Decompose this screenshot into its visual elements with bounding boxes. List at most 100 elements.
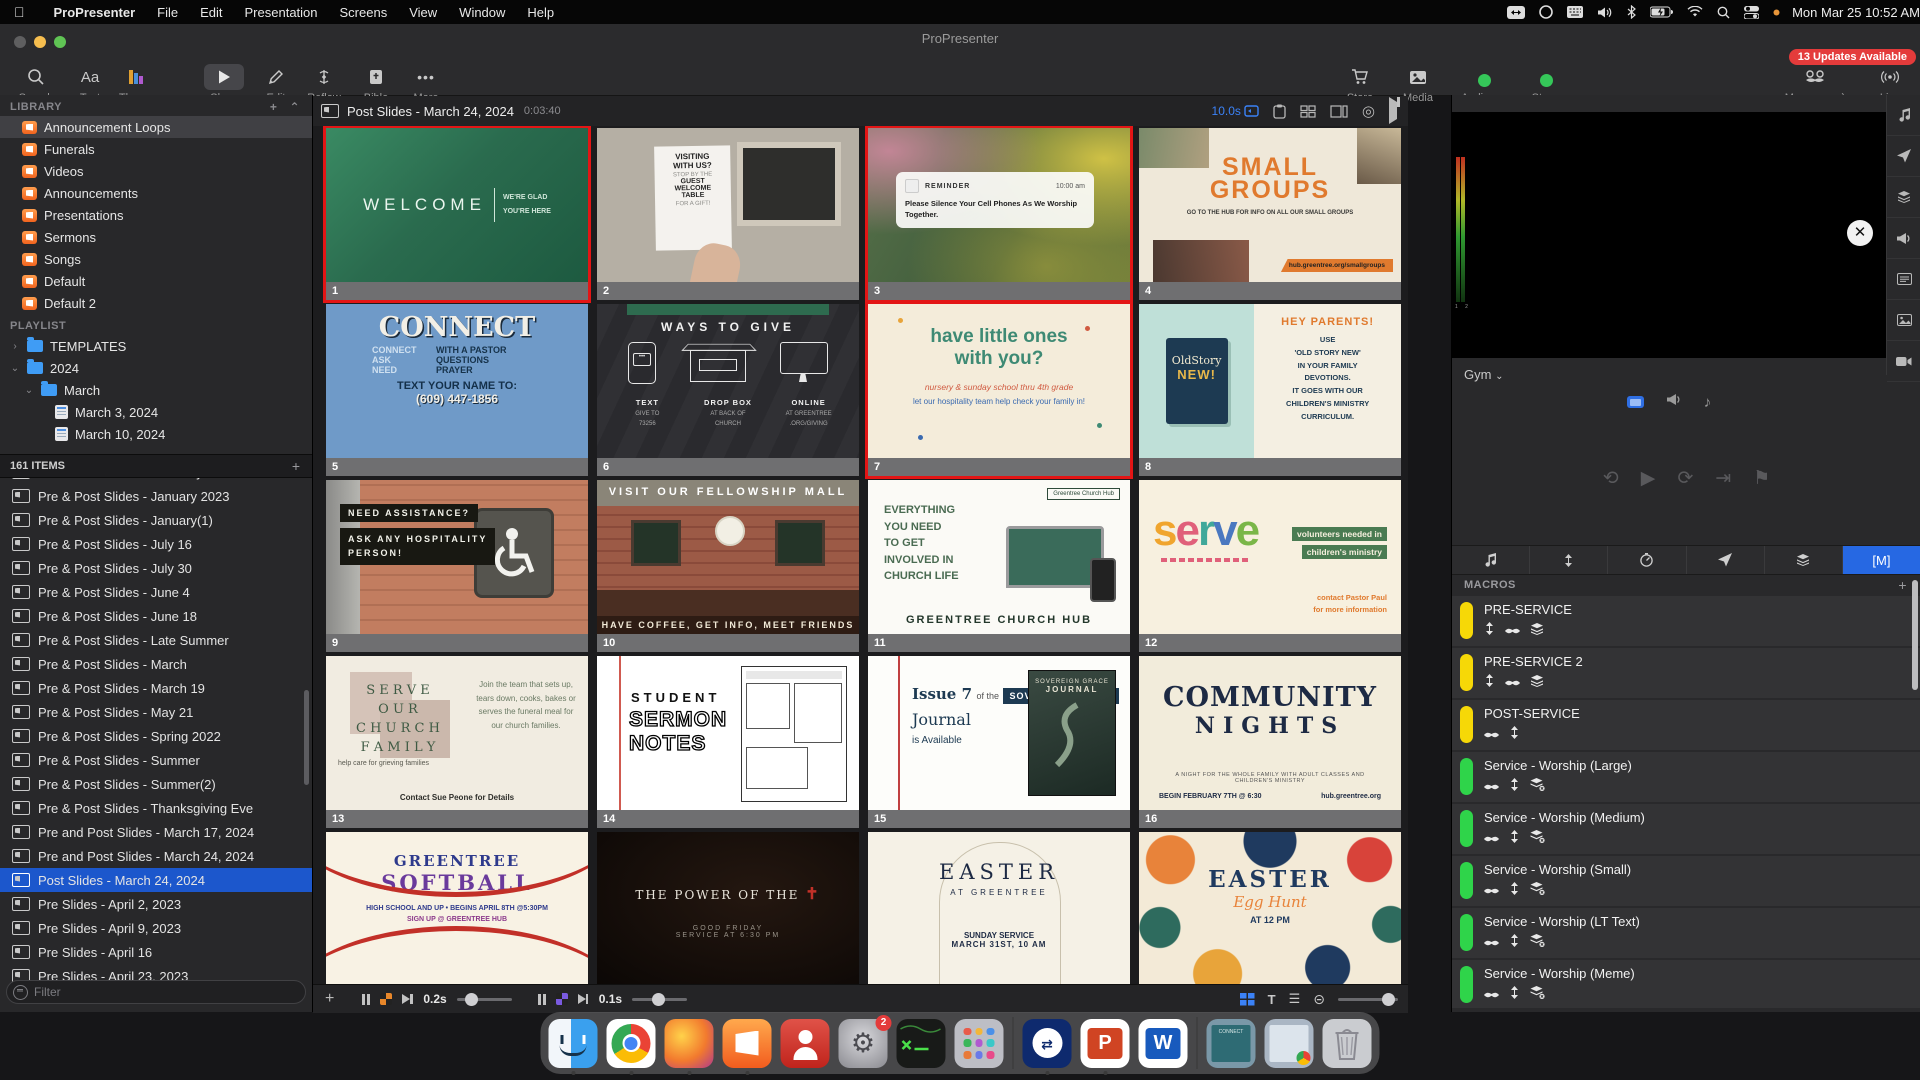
- control-center-icon[interactable]: [1744, 6, 1759, 19]
- playlist-file[interactable]: Pre & Post Slides - May 21: [0, 700, 312, 724]
- add-slide-button[interactable]: +: [325, 990, 334, 1008]
- slide-17[interactable]: GREENTREE SOFTBALL HIGH SCHOOL AND UP • …: [326, 832, 588, 984]
- menu-screens[interactable]: Screens: [340, 5, 388, 20]
- orange-flag-icon[interactable]: [380, 993, 392, 1005]
- megaphone-icon[interactable]: [1887, 218, 1920, 259]
- dock-planning-center[interactable]: [781, 1019, 830, 1068]
- library-item[interactable]: Announcement Loops: [0, 116, 312, 138]
- text-view-icon[interactable]: T: [1268, 992, 1276, 1007]
- timer-slider-1[interactable]: [457, 998, 512, 1001]
- orange-dot[interactable]: [1773, 9, 1780, 16]
- camera-icon[interactable]: [1887, 341, 1920, 382]
- record-icon[interactable]: ◎: [1362, 102, 1375, 120]
- dock-launchpad[interactable]: [955, 1019, 1004, 1068]
- library-item[interactable]: Sermons: [0, 226, 312, 248]
- playlist-file[interactable]: Pre & Post Slides - January(1): [0, 508, 312, 532]
- play-icon[interactable]: ▶: [1641, 467, 1656, 490]
- macro-row[interactable]: POST-SERVICE: [1452, 700, 1920, 752]
- wifi-icon[interactable]: [1687, 6, 1703, 18]
- dock-teamviewer[interactable]: ⇄: [1023, 1019, 1072, 1068]
- slide-4[interactable]: SMALLGROUPS GO TO THE HUB FOR INFO ON AL…: [1139, 128, 1401, 300]
- playlist-file[interactable]: Pre & Post Slides - Spring 2022: [0, 724, 312, 748]
- menubar-clock[interactable]: Mon Mar 25 10:52 AM: [1792, 5, 1920, 20]
- slide-20[interactable]: EASTER Egg Hunt AT 12 PM 20: [1139, 832, 1401, 984]
- spotlight-icon[interactable]: [1717, 6, 1730, 19]
- rewind-15-icon[interactable]: ⟲: [1603, 467, 1619, 490]
- playlist-file[interactable]: Pre & Post Slides - June 18: [0, 604, 312, 628]
- playlist-tree-item[interactable]: ›TEMPLATES: [0, 335, 312, 357]
- playlist-file[interactable]: Pre Slides - April 16: [0, 940, 312, 964]
- updates-badge[interactable]: 13 Updates Available: [1789, 49, 1916, 65]
- macro-row[interactable]: Service - Worship (LT Text): [1452, 908, 1920, 960]
- playlist-file[interactable]: Pre & Post Slides - January 2023: [0, 484, 312, 508]
- apple-menu[interactable]: : [14, 4, 25, 20]
- playlist-file[interactable]: Pre & Post Slides - Thanksgiving Eve: [0, 796, 312, 820]
- playlist-file[interactable]: Pre and Post Slides - March 24, 2024: [0, 844, 312, 868]
- layers-tab[interactable]: [1765, 546, 1843, 574]
- slide-3[interactable]: REMINDER 10:00 am Please Silence Your Ce…: [868, 128, 1130, 300]
- playlist-file[interactable]: Pre & Post Slides - Summer: [0, 748, 312, 772]
- timer-slider-2[interactable]: [632, 998, 687, 1001]
- playlist-file[interactable]: Pre & Post Slides - March 19: [0, 676, 312, 700]
- playlist-tree-item[interactable]: ⌄March: [0, 379, 312, 401]
- library-add-button[interactable]: +: [270, 100, 278, 114]
- fader-tab[interactable]: [1530, 546, 1608, 574]
- add-macro-button[interactable]: +: [1898, 574, 1907, 596]
- playlist-file[interactable]: Pre & Post Slides - Late Summer: [0, 628, 312, 652]
- library-item[interactable]: Default: [0, 270, 312, 292]
- clear-output-button[interactable]: ✕: [1847, 220, 1873, 246]
- dock-firefox[interactable]: [665, 1019, 714, 1068]
- lyrics-icon[interactable]: [1887, 259, 1920, 300]
- slide-8[interactable]: OldStory NEW! HEY PARENTS! USE'OLD STORY…: [1139, 304, 1401, 476]
- library-item[interactable]: Videos: [0, 160, 312, 182]
- disclosure-chevron[interactable]: ›: [10, 341, 20, 352]
- clipboard-icon[interactable]: [1273, 104, 1286, 119]
- dock-trash[interactable]: [1323, 1019, 1372, 1068]
- library-collapse-button[interactable]: ⌃: [289, 100, 300, 114]
- macro-row[interactable]: Service - Worship (Meme): [1452, 960, 1920, 1008]
- slide-5[interactable]: CONNECT CONNECTWITH A PASTORASKQUESTIONS…: [326, 304, 588, 476]
- music-icon[interactable]: [1887, 95, 1920, 136]
- disclosure-chevron[interactable]: ⌄: [24, 385, 34, 396]
- playlist-tree-item[interactable]: March 3, 2024: [0, 401, 312, 423]
- send-icon[interactable]: [1887, 136, 1920, 177]
- skip-end-icon-2[interactable]: [578, 994, 586, 1004]
- library-item[interactable]: Songs: [0, 248, 312, 270]
- slide-18[interactable]: THE POWER OF THE ✝ GOOD FRIDAYSERVICE AT…: [597, 832, 859, 984]
- menu-propresenter[interactable]: ProPresenter: [54, 5, 136, 20]
- audio-preview-icon[interactable]: ♪: [1704, 394, 1712, 411]
- list-view-icon[interactable]: ☰: [1289, 991, 1301, 1007]
- playlist-file[interactable]: Pre & Post Slides - July 30: [0, 556, 312, 580]
- slide-1[interactable]: WELCOME WE'RE GLADYOU'RE HERE 1: [326, 128, 588, 300]
- dock-chrome[interactable]: [607, 1019, 656, 1068]
- media-icon[interactable]: [1887, 300, 1920, 341]
- skip-end-icon[interactable]: [402, 994, 410, 1004]
- grid-wide-icon[interactable]: [1330, 105, 1348, 118]
- screen-preview-icon[interactable]: [1627, 396, 1644, 408]
- slide-12[interactable]: serve volunteers needed in children's mi…: [1139, 480, 1401, 652]
- slide-13[interactable]: S E R V EO U RC H U R C HF A M I L Y hel…: [326, 656, 588, 828]
- dock-propresenter[interactable]: [723, 1019, 772, 1068]
- disclosure-chevron[interactable]: ⌄: [10, 363, 20, 374]
- slide-6[interactable]: WAYS TO GIVE ••• TEXTGIVE TO73256DROP BO…: [597, 304, 859, 476]
- dock-powerpoint[interactable]: P: [1081, 1019, 1130, 1068]
- playlist-file[interactable]: Pre Slides - April 9, 2023: [0, 916, 312, 940]
- menu-window[interactable]: Window: [459, 5, 505, 20]
- playlist-file[interactable]: Pre Slides - April 2, 2023: [0, 892, 312, 916]
- forward-30-icon[interactable]: ⇥: [1715, 467, 1731, 490]
- library-item[interactable]: Presentations: [0, 204, 312, 226]
- bluetooth-icon[interactable]: [1627, 5, 1636, 19]
- playlist-tree-item[interactable]: March 10, 2024: [0, 423, 312, 445]
- slide-2[interactable]: VISITINGWITH US? STOP BY THE GUESTWELCOM…: [597, 128, 859, 300]
- sidebar-scrollbar[interactable]: [304, 690, 309, 785]
- playlist-file[interactable]: Pre & Post Slides - June 4: [0, 580, 312, 604]
- volume-icon[interactable]: [1597, 6, 1613, 19]
- playlist-file[interactable]: Pre & Post Slides - Summer(2): [0, 772, 312, 796]
- layers-icon[interactable]: [1887, 177, 1920, 218]
- macro-row[interactable]: Service - Worship (Medium): [1452, 804, 1920, 856]
- dock-terminal[interactable]: [897, 1019, 946, 1068]
- slide-19[interactable]: EASTER AT GREENTREE SUNDAY SERVICEMARCH …: [868, 832, 1130, 984]
- playlist-file[interactable]: Pre & Post Slides - March: [0, 652, 312, 676]
- slide-timer-button[interactable]: 10.0s: [1212, 104, 1259, 118]
- menu-file[interactable]: File: [157, 5, 178, 20]
